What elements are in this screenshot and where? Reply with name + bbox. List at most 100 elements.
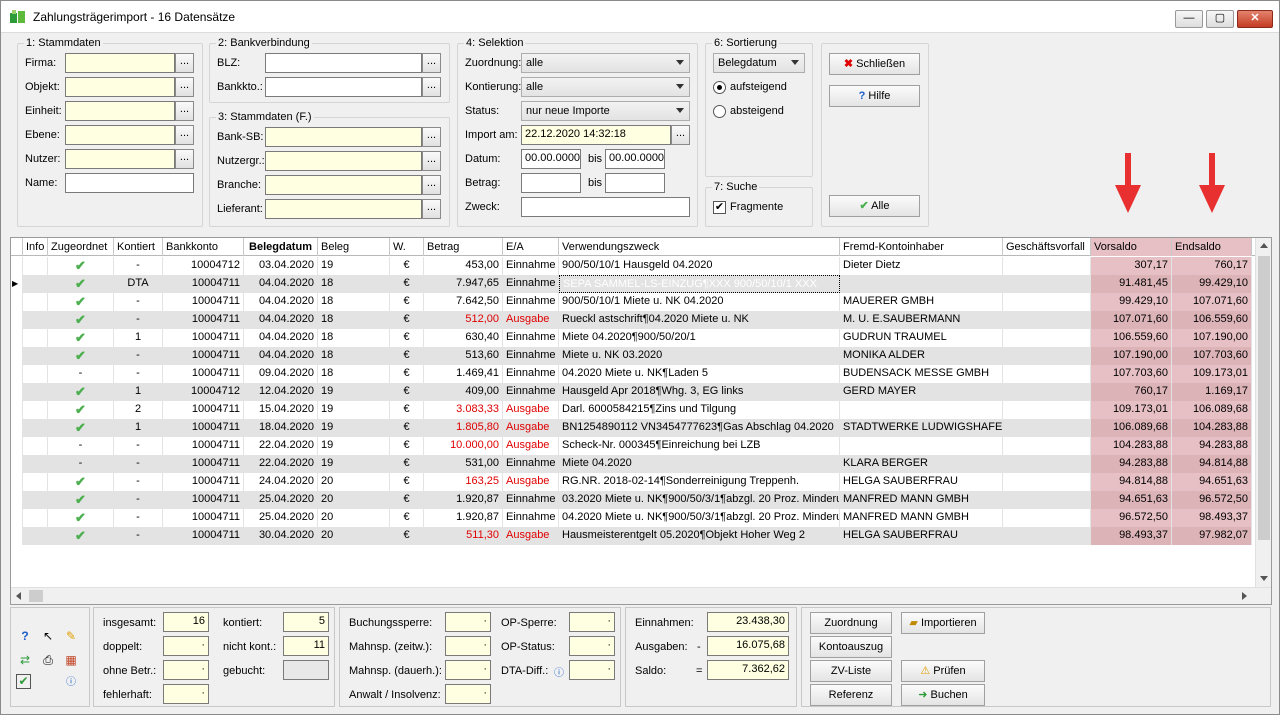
cell-datum[interactable]: 04.04.2020 (244, 329, 318, 347)
check-icon[interactable]: ✔ (48, 383, 114, 401)
column-header[interactable]: E/A (503, 238, 559, 256)
browse-button[interactable]: ... (422, 199, 441, 219)
cell-vor[interactable]: 98.493,37 (1091, 527, 1172, 545)
cell-fremd[interactable] (840, 401, 1003, 419)
info-icon[interactable]: ⓘ (62, 674, 80, 692)
column-header[interactable]: Betrag (424, 238, 503, 256)
table-row[interactable]: ✔ -10004711 04.04.2020 18 €7.642,50 Einnahme 9… (11, 293, 1255, 311)
cell-kont[interactable]: - (114, 365, 163, 383)
cell-w[interactable]: € (390, 257, 424, 275)
cell-vor[interactable]: 94.814,88 (1091, 473, 1172, 491)
cell-beleg[interactable]: 18 (318, 329, 390, 347)
cell-gv[interactable] (1003, 509, 1091, 527)
cell-datum[interactable]: 30.04.2020 (244, 527, 318, 545)
row-selector[interactable] (11, 419, 23, 437)
cell-gv[interactable] (1003, 455, 1091, 473)
browse-button[interactable]: ... (175, 101, 194, 121)
cell-datum[interactable]: 24.04.2020 (244, 473, 318, 491)
cell-betrag[interactable]: 513,60 (424, 347, 503, 365)
cell-vor[interactable]: 760,17 (1091, 383, 1172, 401)
check-icon[interactable]: ✔ (48, 527, 114, 545)
sort-field-select[interactable]: Belegdatum (713, 53, 805, 73)
cell-gv[interactable] (1003, 437, 1091, 455)
kontoauszug-button[interactable]: Kontoauszug (810, 636, 892, 658)
cell-konto[interactable]: 10004711 (163, 365, 244, 383)
cell-datum[interactable]: 04.04.2020 (244, 275, 318, 293)
print-icon[interactable]: ⎙ (39, 651, 57, 669)
cell-vor[interactable]: 106.559,60 (1091, 329, 1172, 347)
cell-zweck[interactable]: 03.2020 Miete u. NK¶900/50/3/1¶abzgl. 20… (559, 491, 840, 509)
cell-beleg[interactable]: 18 (318, 275, 390, 293)
cell-kont[interactable]: 1 (114, 383, 163, 401)
browse-button[interactable]: ... (422, 127, 441, 147)
stammf-field[interactable] (265, 175, 422, 195)
cell-kont[interactable]: 2 (114, 401, 163, 419)
cell-w[interactable]: € (390, 401, 424, 419)
cell-kont[interactable]: 1 (114, 419, 163, 437)
cell-end[interactable]: 106.559,60 (1172, 311, 1252, 329)
table-row[interactable]: ✔ -10004711 25.04.2020 20 €1.920,87 Einnahme 0… (11, 509, 1255, 527)
cell-fremd[interactable]: HELGA SAUBERFRAU (840, 473, 1003, 491)
browse-button[interactable]: ... (175, 149, 194, 169)
schliessen-button[interactable]: ✖ Schließen (829, 53, 920, 75)
cell-w[interactable]: € (390, 455, 424, 473)
browse-button[interactable]: ... (422, 77, 441, 97)
cell-kont[interactable]: - (114, 293, 163, 311)
cell-zweck[interactable]: Hausgeld Apr 2018¶Whg. 3, EG links (559, 383, 840, 401)
table-row[interactable]: - -10004711 22.04.2020 19 €10.000,00 Ausgabe S… (11, 437, 1255, 455)
cell-zweck[interactable]: Hausmeisterentgelt 05.2020¶Objekt Hoher … (559, 527, 840, 545)
betrag-to-field[interactable] (605, 173, 665, 193)
cell-kont[interactable]: 1 (114, 329, 163, 347)
cell-w[interactable]: € (390, 293, 424, 311)
cell-end[interactable]: 1.169,17 (1172, 383, 1252, 401)
cell-kont[interactable]: - (114, 473, 163, 491)
check-icon[interactable]: - (48, 437, 114, 455)
cell-betrag[interactable]: 3.083,33 (424, 401, 503, 419)
cell-betrag[interactable]: 511,30 (424, 527, 503, 545)
cell-ea[interactable]: Einnahme (503, 365, 559, 383)
cell-w[interactable]: € (390, 509, 424, 527)
datum-to-field[interactable]: 00.00.0000 (605, 149, 665, 169)
cell-betrag[interactable]: 512,00 (424, 311, 503, 329)
table-row[interactable]: - -10004711 22.04.2020 19 €531,00 Einnahme Mie… (11, 455, 1255, 473)
cell-zweck[interactable]: SEPA SAMMEL-LS-EINZUG¶XXX 900/50/10/1 XX… (559, 275, 840, 293)
cell-kont[interactable]: - (114, 437, 163, 455)
check-icon[interactable]: ✔ (48, 401, 114, 419)
cell-betrag[interactable]: 10.000,00 (424, 437, 503, 455)
cell-fremd[interactable]: MANFRED MANN GMBH (840, 509, 1003, 527)
cell-w[interactable]: € (390, 311, 424, 329)
row-selector[interactable] (11, 437, 23, 455)
buchen-button[interactable]: ➜ Buchen (901, 684, 985, 706)
stamm-field[interactable] (65, 125, 175, 145)
cell-konto[interactable]: 10004711 (163, 455, 244, 473)
cell-fremd[interactable]: BUDENSACK MESSE GMBH (840, 365, 1003, 383)
cell-vor[interactable]: 96.572,50 (1091, 509, 1172, 527)
cell-konto[interactable]: 10004712 (163, 257, 244, 275)
zweck-field[interactable] (521, 197, 690, 217)
cell-fremd[interactable]: MAUERER GMBH (840, 293, 1003, 311)
cell-w[interactable]: € (390, 419, 424, 437)
row-selector[interactable] (11, 311, 23, 329)
browse-button[interactable]: ... (422, 151, 441, 171)
browse-button[interactable]: ... (175, 125, 194, 145)
table-row[interactable]: ✔ 1 10004711 04.04.2020 18 €630,40 Einnahme Mie… (11, 329, 1255, 347)
cell-zweck[interactable]: RG.NR. 2018-02-14¶Sonderreinigung Treppe… (559, 473, 840, 491)
cell-ea[interactable]: Ausgabe (503, 419, 559, 437)
cell-gv[interactable] (1003, 293, 1091, 311)
cell-gv[interactable] (1003, 401, 1091, 419)
cell-datum[interactable]: 09.04.2020 (244, 365, 318, 383)
cell-beleg[interactable]: 19 (318, 419, 390, 437)
column-header[interactable]: Geschäftsvorfall (1003, 238, 1091, 256)
cell-zweck[interactable]: Miete 04.2020 (559, 455, 840, 473)
cell-beleg[interactable]: 20 (318, 473, 390, 491)
horizontal-scrollbar[interactable] (11, 587, 1271, 604)
row-selector[interactable] (11, 473, 23, 491)
cell-datum[interactable]: 04.04.2020 (244, 311, 318, 329)
cell-zweck[interactable]: BN1254890112 VN3454777623¶Gas Abschlag 0… (559, 419, 840, 437)
cell-betrag[interactable]: 1.920,87 (424, 491, 503, 509)
close-window-button[interactable]: ✕ (1237, 10, 1273, 28)
alle-button[interactable]: ✔ Alle (829, 195, 920, 217)
cell-beleg[interactable]: 19 (318, 455, 390, 473)
cell-datum[interactable]: 04.04.2020 (244, 347, 318, 365)
column-header[interactable]: Beleg (318, 238, 390, 256)
